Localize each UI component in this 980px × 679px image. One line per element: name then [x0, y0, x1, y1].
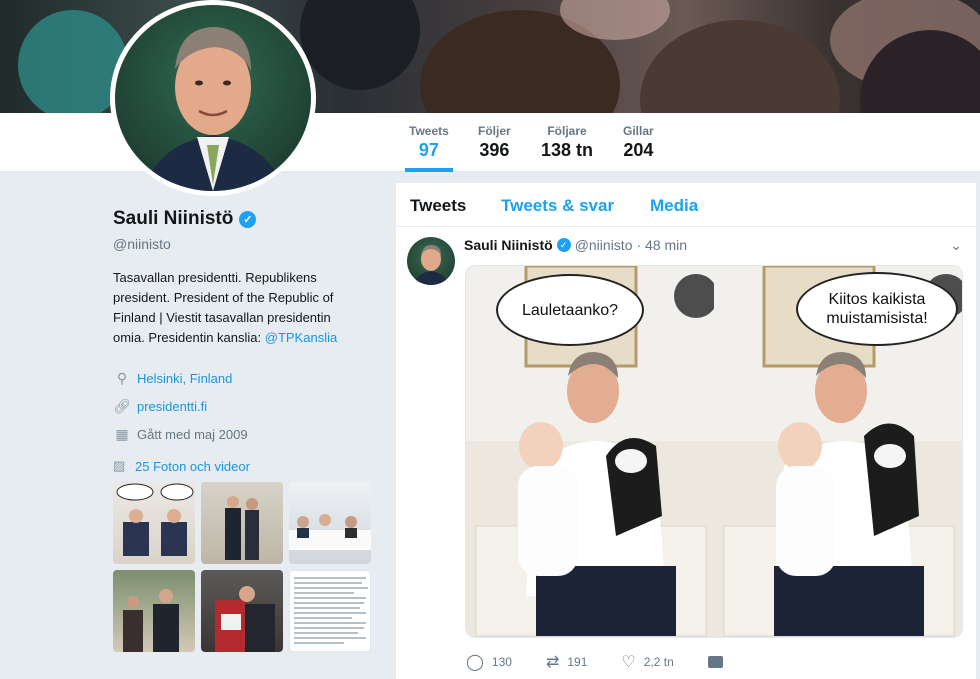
speech-bubble-right: Kiitos kaikista muistamisista!	[796, 272, 958, 346]
thumb-image	[225, 496, 259, 560]
tab-tweets[interactable]: Tweets	[410, 196, 466, 216]
media-thumb[interactable]	[201, 482, 283, 564]
stat-value: 396	[479, 140, 510, 160]
chevron-down-icon[interactable]: ⌄	[950, 237, 962, 254]
thumb-image	[215, 586, 275, 652]
stat-label: Följare	[547, 124, 587, 138]
stat-following[interactable]: Följer 396	[478, 124, 511, 161]
verified-badge-icon: ✓	[239, 210, 257, 228]
reply-button[interactable]: ◯ 130	[466, 652, 512, 672]
profile-name-row: Sauli Niinistö ✓	[113, 208, 368, 230]
media-thumb[interactable]	[113, 570, 195, 652]
map-pin-icon: ⚲	[116, 369, 128, 386]
bio-link[interactable]: @TPKanslia	[265, 330, 337, 345]
tweet-author-name[interactable]: Sauli Niinistö	[464, 237, 553, 253]
joined-row: ▦ Gått med maj 2009	[113, 420, 368, 448]
tweet-author-handle[interactable]: @niinisto	[575, 237, 633, 253]
thumb-image	[294, 577, 368, 644]
photos-videos-label: 25 Foton och videor	[135, 458, 250, 474]
stat-label: Tweets	[409, 124, 449, 138]
media-thumb[interactable]	[201, 570, 283, 652]
thumb-image	[116, 483, 194, 556]
stat-label: Gillar	[623, 124, 654, 138]
direct-message-icon	[707, 656, 723, 668]
link-icon: 🔗︎	[113, 397, 131, 414]
stat-followers[interactable]: Följare 138 tn	[541, 124, 593, 161]
profile-name: Sauli Niinistö	[113, 208, 234, 229]
tab-media[interactable]: Media	[650, 196, 698, 216]
photo-panel-left: Lauletaanko?	[466, 266, 714, 637]
bubble-right-line-1: Kiitos kaikista	[828, 291, 926, 308]
location-row: ⚲ Helsinki, Finland	[113, 364, 368, 392]
timeline: Tweets Tweets & svar Media Sauli Niinist…	[396, 183, 976, 679]
media-thumb[interactable]	[113, 482, 195, 564]
stat-value: 204	[623, 140, 654, 160]
retweet-button[interactable]: ⇄ 191	[546, 652, 587, 672]
thumb-image	[123, 589, 179, 652]
website-link[interactable]: presidentti.fi	[137, 399, 207, 414]
like-count: 2,2 tn	[643, 655, 674, 669]
tweet-avatar-image	[413, 245, 449, 285]
stat-likes[interactable]: Gillar 204	[623, 124, 654, 161]
profile-bio: Tasavallan presidentti. Republikens pres…	[113, 268, 353, 348]
location-link[interactable]: Helsinki, Finland	[137, 371, 232, 386]
tweet-header: Sauli Niinistö ✓ @niinisto · 48 min	[464, 237, 687, 253]
stat-tweets[interactable]: Tweets 97	[405, 124, 453, 172]
tweet-photo[interactable]: Lauletaanko? Kiitos kaikista muistamisis…	[465, 265, 963, 638]
heart-icon: ♡	[621, 654, 636, 671]
reply-icon: ◯	[466, 654, 484, 671]
stat-label: Följer	[478, 124, 511, 138]
tweet-timestamp[interactable]: · 48 min	[636, 237, 687, 253]
timeline-tabs: Tweets Tweets & svar Media	[396, 183, 976, 227]
direct-message-button[interactable]	[707, 656, 723, 668]
avatar-portrait	[145, 27, 283, 191]
retweet-count: 191	[567, 655, 588, 669]
retweet-icon: ⇄	[545, 654, 560, 671]
tweet-actions: ◯ 130 ⇄ 191 ♡ 2,2 tn	[466, 652, 757, 672]
calendar-icon: ▦	[115, 425, 129, 442]
media-thumb[interactable]	[289, 570, 371, 652]
stat-value: 97	[418, 140, 439, 160]
profile-handle: @niinisto	[113, 236, 171, 252]
speech-bubble-left: Lauletaanko?	[496, 274, 644, 346]
stat-value: 138 tn	[541, 140, 594, 160]
like-button[interactable]: ♡ 2,2 tn	[621, 652, 673, 672]
media-thumb[interactable]	[289, 482, 371, 564]
bubble-right-line-2: muistamisista!	[826, 310, 928, 327]
photo-panel-right: Kiitos kaikista muistamisista!	[714, 266, 962, 637]
profile-sidebar: Sauli Niinistö ✓ @niinisto Tasavallan pr…	[113, 208, 371, 652]
thumb-image	[289, 514, 371, 550]
profile-avatar[interactable]	[110, 0, 316, 196]
website-row: 🔗︎ presidentti.fi	[113, 392, 368, 420]
image-icon: ▨	[113, 458, 126, 473]
photos-videos-link[interactable]: ▨ 25 Foton och videor	[113, 456, 368, 476]
profile-meta: ⚲ Helsinki, Finland 🔗︎ presidentti.fi ▦ …	[113, 364, 368, 448]
tab-tweets-replies[interactable]: Tweets & svar	[501, 196, 614, 216]
reply-count: 130	[491, 655, 512, 669]
joined-date: Gått med maj 2009	[137, 426, 248, 442]
verified-badge-icon: ✓	[556, 238, 571, 252]
media-grid	[113, 482, 371, 652]
tweet-avatar[interactable]	[407, 237, 455, 285]
